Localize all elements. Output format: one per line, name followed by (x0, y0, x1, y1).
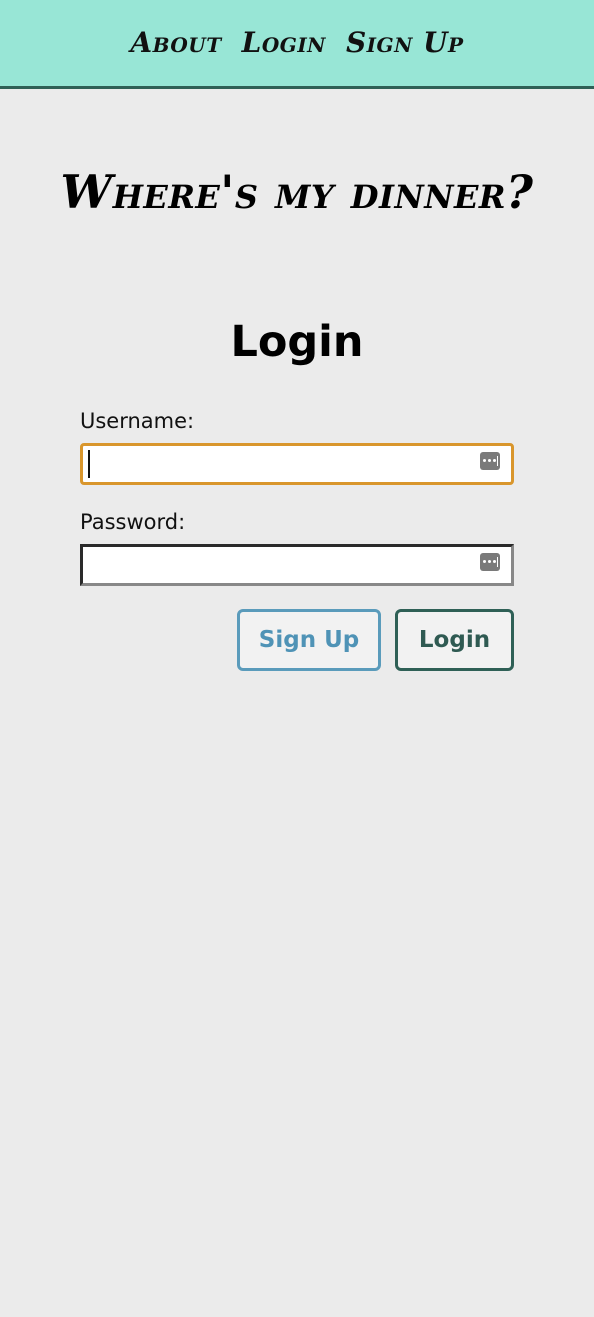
password-manager-icon[interactable] (480, 553, 500, 571)
login-button[interactable]: Login (395, 609, 514, 671)
site-title: Where's my dinner? (60, 165, 534, 219)
username-input[interactable] (80, 443, 514, 485)
password-label: Password: (80, 510, 186, 534)
text-caret (88, 450, 90, 478)
nav-link-login[interactable]: Login (242, 26, 326, 60)
nav-links: About Login Sign Up (0, 26, 594, 60)
password-manager-icon[interactable] (480, 452, 500, 470)
navbar: About Login Sign Up (0, 0, 594, 89)
nav-link-about[interactable]: About (130, 26, 221, 60)
username-label: Username: (80, 409, 195, 433)
signup-button[interactable]: Sign Up (237, 609, 381, 671)
password-input[interactable] (80, 544, 514, 586)
nav-link-signup[interactable]: Sign Up (346, 26, 464, 60)
form-heading: Login (230, 317, 364, 367)
